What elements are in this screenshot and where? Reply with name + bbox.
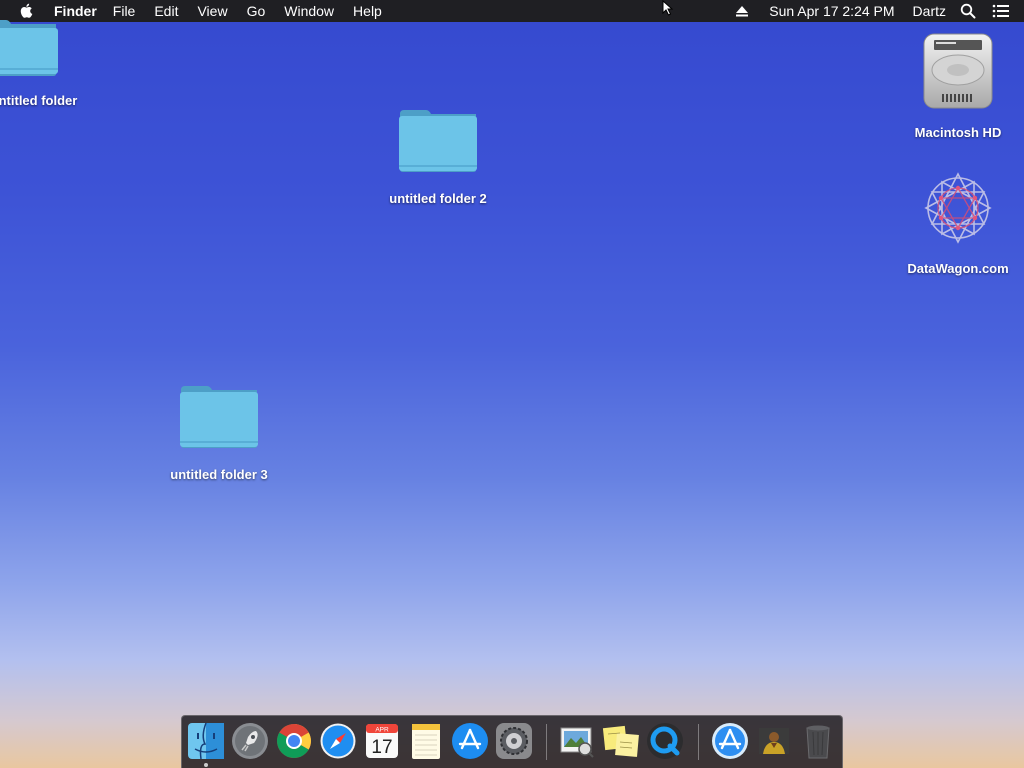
menu-app-name[interactable]: Finder	[54, 0, 97, 22]
menu-edit[interactable]: Edit	[154, 0, 178, 22]
desktop-item-label: untitled folder 2	[389, 191, 487, 206]
app-store-icon	[452, 723, 488, 759]
desktop-item-label: untitled folder	[0, 93, 78, 108]
status-area: Sun Apr 17 2:24 PM Dartz	[735, 0, 1024, 22]
spotlight-search-icon[interactable]	[960, 3, 976, 19]
dock-separator	[546, 724, 547, 760]
dock-item-safari[interactable]	[319, 722, 357, 760]
dock-item-notes[interactable]	[407, 722, 445, 760]
safari-icon	[320, 723, 356, 759]
eject-icon[interactable]	[735, 4, 749, 18]
network-volume-icon	[924, 172, 992, 244]
preview-icon	[560, 727, 594, 758]
desktop-item-label: Macintosh HD	[914, 125, 1002, 140]
dock-item-app-store[interactable]	[451, 722, 489, 760]
desktop-item-untitled-folder-3[interactable]: untitled folder 3	[170, 384, 268, 484]
launchpad-icon	[232, 723, 268, 759]
apple-icon[interactable]	[19, 2, 35, 19]
finder-icon	[188, 722, 224, 760]
stickies-icon	[602, 725, 639, 757]
dock-item-stickies[interactable]	[602, 722, 640, 760]
applications-folder-icon	[712, 723, 748, 759]
menu-help[interactable]: Help	[353, 0, 382, 22]
menu-items: Finder File Edit View Go Window Help	[54, 0, 401, 22]
dock-item-applications[interactable]	[711, 722, 749, 760]
chrome-icon	[277, 724, 311, 758]
dock-separator	[698, 724, 699, 760]
desktop-item-untitled-folder-2[interactable]: untitled folder 2	[389, 108, 487, 208]
dock-item-chrome[interactable]	[275, 722, 313, 760]
dock-item-finder[interactable]	[187, 722, 225, 760]
dock-item-preview[interactable]	[558, 722, 596, 760]
desktop-item-label: untitled folder 3	[170, 467, 268, 482]
calendar-icon: APR 17	[366, 724, 398, 758]
quicktime-icon	[647, 723, 683, 759]
downloads-stack-icon	[759, 728, 789, 754]
mouse-pointer-icon	[662, 0, 674, 16]
menu-file[interactable]: File	[113, 0, 136, 22]
desktop-item-datawagon[interactable]: DataWagon.com	[907, 168, 1009, 278]
dock-item-system-preferences[interactable]	[495, 722, 533, 760]
calendar-day: 17	[371, 737, 392, 758]
menu-window[interactable]: Window	[284, 0, 334, 22]
calendar-month: APR	[375, 727, 389, 734]
menu-view[interactable]: View	[197, 0, 227, 22]
menubar-clock[interactable]: Sun Apr 17 2:24 PM	[769, 3, 894, 19]
dock-item-launchpad[interactable]	[231, 722, 269, 760]
folder-icon	[180, 386, 258, 448]
desktop-item-macintosh-hd[interactable]: Macintosh HD	[915, 30, 1001, 142]
notes-icon	[412, 724, 440, 759]
dock-item-calendar[interactable]: APR 17	[363, 722, 401, 760]
dock: APR 17	[181, 715, 843, 768]
system-preferences-icon	[496, 723, 532, 759]
desktop-item-label: DataWagon.com	[907, 261, 1009, 276]
notification-center-icon[interactable]	[992, 4, 1010, 18]
menu-bar: Finder File Edit View Go Window Help Sun…	[0, 0, 1024, 22]
folder-icon	[0, 20, 58, 76]
running-indicator	[204, 763, 208, 767]
menu-go[interactable]: Go	[247, 0, 266, 22]
folder-icon	[399, 110, 477, 172]
fast-user-switch[interactable]: Dartz	[913, 3, 946, 19]
dock-item-downloads[interactable]	[755, 722, 793, 760]
dock-item-trash[interactable]	[799, 722, 837, 760]
dock-item-quicktime[interactable]	[646, 722, 684, 760]
trash-icon	[806, 725, 830, 759]
desktop-item-untitled-folder[interactable]: untitled folder	[0, 18, 77, 108]
hard-drive-icon	[923, 33, 993, 109]
